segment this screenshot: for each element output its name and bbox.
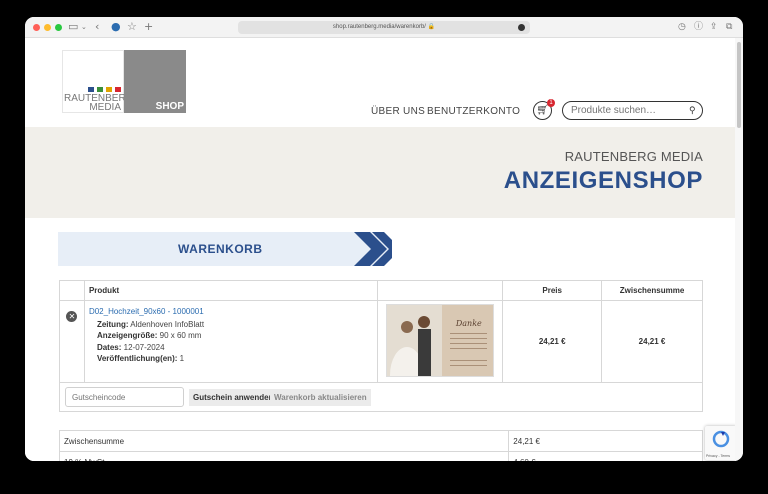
coupon-row: Gutschein anwenden Warenkorb aktualisier… [59, 382, 703, 412]
thank-you-card: Danke [442, 305, 494, 376]
meta-value: 1 [179, 354, 185, 363]
remove-cell: ✕ [59, 300, 85, 383]
totals-value: 24,21 € [508, 430, 703, 452]
header-product: Produkt [83, 280, 379, 301]
logo-square-blue [88, 87, 94, 92]
totals-value: 4,60 € [508, 451, 703, 461]
meta-label: Dates: [96, 342, 122, 352]
remove-item-icon[interactable]: ✕ [66, 311, 78, 322]
nav-account[interactable]: BENUTZERKONTO [427, 106, 520, 118]
browser-toolbar: ▭ ⌄ ‹ ● ☆ + shop.rautenberg.media/warenk… [25, 17, 743, 38]
page-scrollbar[interactable] [735, 38, 743, 461]
cart-totals-table: Zwischensumme 24,21 € 19 % MwSt. 4,60 € [58, 430, 703, 461]
totals-label: 19 % MwSt. [58, 451, 510, 461]
logo-square-yellow [106, 87, 112, 92]
coupon-cell: Gutschein anwenden Warenkorb aktualisier… [59, 382, 703, 412]
logo-right: SHOP [124, 50, 186, 113]
share-icon[interactable]: ⇪ [710, 20, 718, 34]
cart-item-row: ✕ D02_Hochzeit_90x60 - 1000001 Zeitung: … [59, 300, 703, 383]
update-cart-button[interactable]: Warenkorb aktualisieren [270, 389, 371, 406]
coupon-input[interactable] [65, 387, 184, 407]
banner-title: WARENKORB [178, 242, 263, 256]
extension-icon[interactable] [518, 24, 525, 31]
hero-section: RAUTENBERG MEDIA ANZEIGENSHOP [25, 127, 735, 218]
chevron-down-icon[interactable]: ⌄ [81, 20, 87, 34]
cart-count-badge: 1 [547, 99, 555, 107]
header-price: Preis [502, 280, 603, 301]
image-cell: Danke [377, 300, 504, 383]
scrollbar-thumb[interactable] [737, 42, 741, 128]
card-text-line [450, 338, 488, 339]
product-link[interactable]: D02_Hochzeit_90x60 - 1000001 [89, 306, 373, 318]
totals-row-tax: 19 % MwSt. 4,60 € [58, 451, 703, 461]
zoom-window-button[interactable] [55, 24, 62, 31]
clock-icon[interactable]: ◷ [678, 20, 686, 34]
logo-left: RAUTENBERG MEDIA [62, 50, 133, 113]
tabs-icon[interactable]: ⧉ [726, 20, 732, 34]
header-remove [59, 280, 85, 301]
star-icon[interactable]: ☆ [127, 20, 137, 34]
wedding-photo [387, 305, 443, 376]
meta-label: Veröffentlichung(en): [96, 354, 178, 363]
recaptcha-badge[interactable]: Privacy - Terms [705, 426, 735, 460]
recaptcha-text: Privacy - Terms [706, 454, 731, 458]
card-text-line [450, 365, 488, 366]
recaptcha-icon [712, 430, 730, 448]
apply-coupon-button[interactable]: Gutschein anwenden [189, 389, 278, 406]
card-text-line [450, 348, 488, 349]
shield-icon[interactable]: ● [111, 20, 121, 34]
close-window-button[interactable] [33, 24, 40, 31]
header-image [377, 280, 504, 301]
info-icon[interactable]: ⓘ [694, 20, 703, 34]
price-cell: 24,21 € [502, 300, 603, 383]
web-page: RAUTENBERG MEDIA SHOP ÜBER UNS BENUTZERK… [25, 38, 735, 461]
totals-row-subtotal: Zwischensumme 24,21 € [58, 430, 703, 452]
couple-illustration [387, 305, 443, 376]
cart-banner: WARENKORB [58, 232, 392, 266]
cart-button[interactable]: 🛒︎ 1 [533, 99, 555, 120]
site-logo[interactable]: RAUTENBERG MEDIA SHOP [62, 50, 186, 113]
cart-table: Produkt Preis Zwischensumme ✕ D02_Hochze… [59, 280, 703, 412]
search-icon[interactable]: ⚲ [689, 104, 696, 116]
logo-line2: MEDIA [89, 102, 121, 113]
card-text-line [450, 360, 488, 361]
meta-label: Zeitung: [96, 319, 129, 329]
minimize-window-button[interactable] [44, 24, 51, 31]
meta-size: Anzeigengröße: 90 x 60 mm [89, 330, 373, 342]
subtotal-cell: 24,21 € [601, 300, 703, 383]
hero-subtitle: RAUTENBERG MEDIA [564, 149, 703, 164]
meta-label: Anzeigengröße: [96, 331, 158, 340]
logo-square-green [97, 87, 103, 92]
meta-value: Aldenhoven InfoBlatt [130, 319, 205, 329]
logo-square-red [115, 87, 121, 92]
meta-dates: Dates: 12-07-2024 [89, 342, 373, 354]
cart-header-row: Produkt Preis Zwischensumme [59, 280, 703, 301]
hero-title: ANZEIGENSHOP [503, 167, 703, 194]
sidebar-icon[interactable]: ▭ [68, 20, 78, 34]
product-thumbnail[interactable]: Danke [386, 304, 495, 377]
search-input[interactable] [562, 101, 703, 120]
header-subtotal: Zwischensumme [601, 280, 703, 301]
back-icon[interactable]: ‹ [95, 20, 99, 34]
meta-publications: Veröffentlichung(en): 1 [89, 353, 373, 365]
meta-value: 12-07-2024 [123, 342, 165, 352]
address-bar[interactable]: shop.rautenberg.media/warenkorb/ 🔒 [238, 21, 530, 34]
lock-icon: 🔒 [427, 24, 436, 30]
cart-icon: 🛒︎ [536, 105, 549, 116]
url-text: shop.rautenberg.media/warenkorb/ [332, 24, 426, 30]
product-cell: D02_Hochzeit_90x60 - 1000001 Zeitung: Al… [83, 300, 379, 383]
totals-label: Zwischensumme [58, 430, 510, 452]
meta-value: 90 x 60 mm [159, 331, 202, 340]
card-title: Danke [455, 319, 482, 328]
card-text-line [450, 343, 488, 344]
browser-window: ▭ ⌄ ‹ ● ☆ + shop.rautenberg.media/warenk… [25, 17, 743, 461]
plus-icon[interactable]: + [144, 20, 153, 34]
logo-shop-text: SHOP [155, 101, 184, 112]
meta-newspaper: Zeitung: Aldenhoven InfoBlatt [89, 319, 373, 331]
nav-about[interactable]: ÜBER UNS [371, 106, 425, 118]
card-text-line [450, 333, 488, 334]
